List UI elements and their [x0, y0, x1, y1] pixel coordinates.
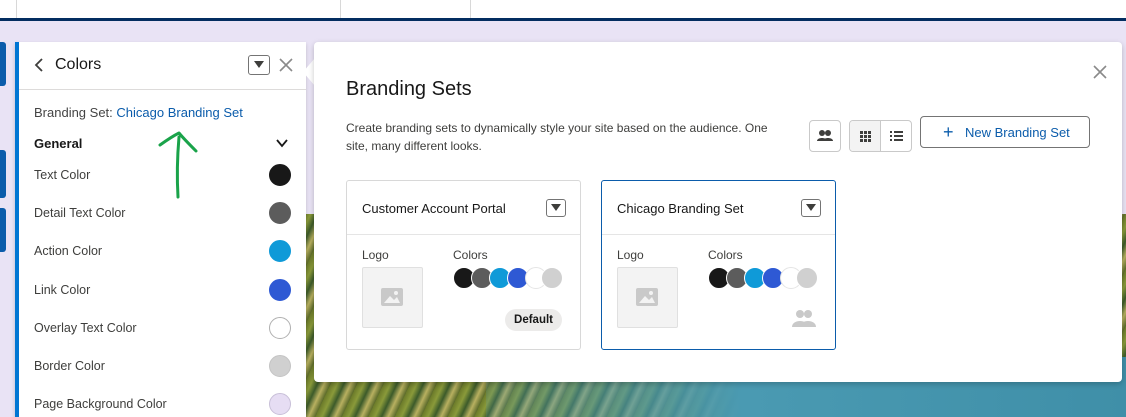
color-row-overlay-text[interactable]: Overlay Text Color	[34, 317, 291, 341]
top-bar	[0, 0, 1126, 18]
audience-icon	[817, 130, 833, 141]
color-dot	[796, 267, 818, 289]
card-title: Customer Account Portal	[362, 201, 506, 216]
image-icon	[636, 288, 658, 306]
branding-sets-dialog: Branding Sets Create branding sets to dy…	[314, 42, 1122, 382]
panel-header: Colors	[19, 42, 306, 90]
color-row-page-background[interactable]: Page Background Color	[34, 393, 291, 417]
plus-icon: +	[943, 122, 954, 142]
color-dot	[541, 267, 563, 289]
color-label: Page Background Color	[34, 397, 167, 411]
chevron-down-icon	[254, 61, 264, 68]
color-swatches	[453, 267, 573, 289]
branding-set-card[interactable]: Customer Account Portal Logo Colors Defa…	[346, 180, 581, 350]
section-title: General	[34, 136, 83, 151]
close-icon[interactable]	[277, 54, 295, 74]
dialog-description: Create branding sets to dynamically styl…	[346, 121, 768, 153]
chevron-down-icon	[551, 204, 561, 211]
grid-view-button[interactable]	[850, 121, 881, 151]
logo-label: Logo	[362, 248, 389, 262]
color-swatch[interactable]	[269, 317, 291, 339]
color-swatches	[708, 267, 828, 289]
branding-set-line: Branding Set: Chicago Branding Set	[34, 105, 243, 120]
top-bar-segment	[0, 0, 17, 18]
colors-panel: Colors Branding Set: Chicago Branding Se…	[15, 42, 306, 417]
new-branding-set-label: New Branding Set	[965, 125, 1070, 140]
color-swatch[interactable]	[269, 164, 291, 186]
card-menu-button[interactable]	[801, 199, 821, 217]
card-menu-button[interactable]	[546, 199, 566, 217]
color-swatch[interactable]	[269, 202, 291, 224]
color-swatch[interactable]	[269, 393, 291, 415]
logo-label: Logo	[617, 248, 644, 262]
colors-label: Colors	[708, 248, 743, 262]
close-icon[interactable]	[1092, 64, 1108, 80]
card-title: Chicago Branding Set	[617, 201, 744, 216]
branding-set-card[interactable]: Chicago Branding Set Logo Colors	[601, 180, 836, 350]
panel-menu-button[interactable]	[248, 55, 270, 75]
color-swatch[interactable]	[269, 279, 291, 301]
image-icon	[381, 288, 403, 306]
branding-set-label: Branding Set:	[34, 105, 113, 120]
color-label: Border Color	[34, 359, 105, 373]
panel-title: Colors	[55, 56, 102, 73]
left-rail-tab[interactable]	[0, 42, 6, 86]
color-row-link[interactable]: Link Color	[34, 279, 291, 303]
color-label: Overlay Text Color	[34, 321, 137, 335]
default-badge: Default	[505, 309, 562, 331]
color-label: Text Color	[34, 168, 91, 182]
card-divider	[602, 234, 835, 235]
chevron-down-icon	[806, 204, 816, 211]
color-swatch[interactable]	[269, 355, 291, 377]
color-row-detail-text[interactable]: Detail Text Color	[34, 202, 291, 226]
top-bar-segment	[341, 0, 471, 18]
branding-set-link[interactable]: Chicago Branding Set	[116, 105, 242, 120]
color-row-border[interactable]: Border Color	[34, 355, 291, 379]
color-row-action[interactable]: Action Color	[34, 240, 291, 264]
color-label: Detail Text Color	[34, 206, 126, 220]
color-swatch[interactable]	[269, 240, 291, 262]
grid-view-icon	[860, 131, 871, 142]
color-label: Action Color	[34, 244, 103, 258]
card-divider	[347, 234, 580, 235]
top-bar-segment	[16, 0, 341, 18]
logo-placeholder	[617, 267, 678, 328]
left-rail-tab[interactable]	[0, 150, 6, 198]
list-view-button[interactable]	[881, 121, 911, 151]
audience-icon	[792, 310, 816, 327]
list-view-icon	[890, 131, 903, 141]
chevron-down-icon[interactable]	[275, 136, 289, 150]
new-branding-set-button[interactable]: + New Branding Set	[920, 116, 1090, 148]
logo-placeholder	[362, 267, 423, 328]
colors-label: Colors	[453, 248, 488, 262]
annotation-arrow-icon	[158, 131, 198, 199]
dialog-title: Branding Sets	[346, 78, 472, 100]
left-rail-tab[interactable]	[0, 208, 6, 252]
chevron-left-icon[interactable]	[31, 56, 49, 74]
color-label: Link Color	[34, 283, 91, 297]
audience-button[interactable]	[809, 120, 841, 152]
view-toggle[interactable]	[849, 120, 912, 152]
